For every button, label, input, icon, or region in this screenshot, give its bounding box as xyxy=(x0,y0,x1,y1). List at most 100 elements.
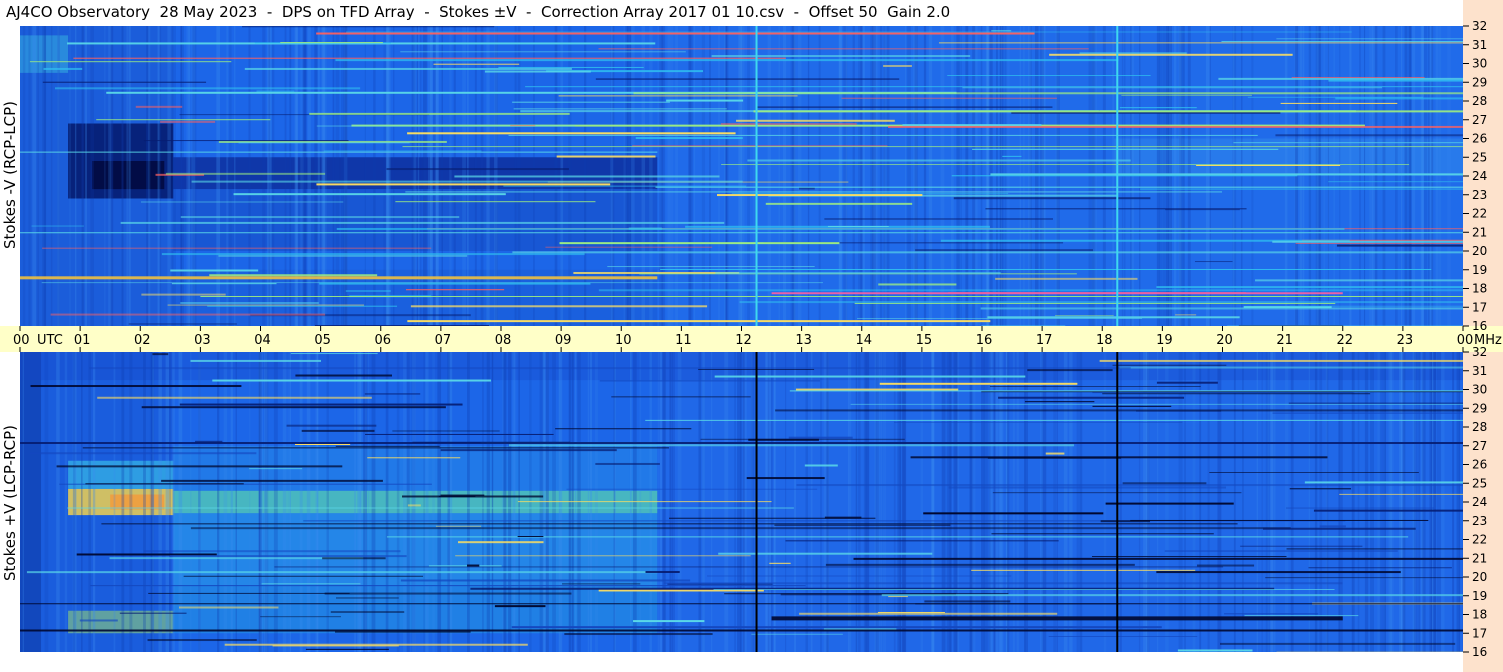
interference-line xyxy=(1319,525,1346,528)
interference-line xyxy=(1263,527,1416,530)
texture-column xyxy=(74,26,77,326)
interference-line xyxy=(433,63,520,65)
interference-line xyxy=(1220,642,1456,645)
interference-line xyxy=(598,289,1463,292)
texture-column xyxy=(1424,352,1426,652)
interference-line xyxy=(564,633,713,636)
interference-line xyxy=(1119,107,1197,109)
texture-column xyxy=(971,352,976,652)
interference-line xyxy=(853,557,1463,560)
texture-column xyxy=(482,352,484,652)
texture-column xyxy=(989,352,992,652)
texture-column xyxy=(855,352,858,652)
y-tick-label: 31 xyxy=(1472,364,1487,378)
texture-column xyxy=(1370,352,1374,652)
interference-line xyxy=(962,87,1383,89)
interference-line xyxy=(96,119,271,121)
texture-column xyxy=(332,26,335,326)
texture-column xyxy=(289,26,292,326)
texture-column xyxy=(69,26,71,326)
texture-column xyxy=(32,26,37,326)
texture-column xyxy=(159,26,162,326)
texture-column xyxy=(955,352,958,652)
interference-line xyxy=(256,90,295,92)
interference-line xyxy=(407,132,736,135)
interference-line xyxy=(715,271,1001,274)
x-tick-label: 11 xyxy=(675,333,692,348)
texture-column xyxy=(192,26,197,326)
interference-line xyxy=(233,193,506,196)
interference-line xyxy=(365,433,554,435)
texture-column xyxy=(725,26,728,326)
interference-line xyxy=(508,444,1075,447)
interference-line xyxy=(1091,556,1287,558)
y-tick-label: 28 xyxy=(1472,94,1487,108)
interference-line xyxy=(26,571,658,574)
y-tick-label: 19 xyxy=(1472,589,1487,603)
interference-line xyxy=(713,589,1335,591)
interference-line xyxy=(888,596,908,598)
interference-line xyxy=(1099,359,1463,362)
interference-line xyxy=(457,541,544,544)
texture-column xyxy=(928,26,933,326)
interference-line xyxy=(316,32,1035,35)
interference-line xyxy=(82,447,669,449)
interference-line xyxy=(323,150,482,152)
texture-column xyxy=(872,26,876,326)
texture-column xyxy=(449,26,452,326)
interference-line xyxy=(799,612,1058,615)
texture-column xyxy=(810,352,813,652)
interference-line xyxy=(595,462,660,465)
texture-column xyxy=(785,352,787,652)
interference-line xyxy=(31,225,84,227)
interference-line xyxy=(775,409,1463,412)
interference-line xyxy=(915,249,1093,252)
texture-column xyxy=(893,352,896,652)
interference-line xyxy=(987,456,1122,459)
texture-column xyxy=(56,352,60,652)
texture-column xyxy=(467,352,470,652)
texture-column xyxy=(22,352,24,652)
interference-line xyxy=(305,648,389,650)
y-tick-label: 23 xyxy=(1472,188,1487,202)
y-tick-label: 20 xyxy=(1472,570,1487,584)
texture-column xyxy=(28,26,31,326)
interference-line xyxy=(294,443,351,445)
interference-line xyxy=(562,583,641,585)
interference-line xyxy=(633,620,705,623)
texture-column xyxy=(1256,352,1258,652)
interference-line xyxy=(545,246,713,248)
interference-line xyxy=(1276,38,1463,40)
texture-column xyxy=(932,352,934,652)
texture-column xyxy=(423,26,427,326)
texture-column xyxy=(747,26,750,326)
interference-line xyxy=(1255,279,1463,282)
interference-line xyxy=(513,108,727,110)
interference-line xyxy=(1055,315,1114,317)
y-tick-label: 27 xyxy=(1472,439,1487,453)
interference-line xyxy=(140,201,344,203)
texture-column xyxy=(1184,352,1186,652)
interference-line xyxy=(274,566,1224,568)
interference-line xyxy=(1233,142,1463,144)
y-tick-label: 16 xyxy=(1472,319,1487,333)
texture-column xyxy=(1261,352,1263,652)
interference-line xyxy=(788,436,853,439)
texture-column xyxy=(880,352,883,652)
x-tick-label: 17 xyxy=(1036,333,1053,348)
texture-column xyxy=(1357,352,1360,652)
interference-line xyxy=(517,501,772,503)
texture-column xyxy=(818,26,821,326)
interference-line xyxy=(1289,305,1463,307)
texture-column xyxy=(1429,352,1433,652)
interference-line xyxy=(948,486,1227,489)
texture-column xyxy=(738,26,742,326)
texture-column xyxy=(907,26,911,326)
texture-column xyxy=(314,26,318,326)
texture-column xyxy=(1364,352,1369,652)
texture-column xyxy=(373,26,376,326)
texture-column xyxy=(741,26,745,326)
interference-line xyxy=(714,375,1026,378)
interference-line xyxy=(765,202,913,205)
interference-line xyxy=(841,97,1057,99)
